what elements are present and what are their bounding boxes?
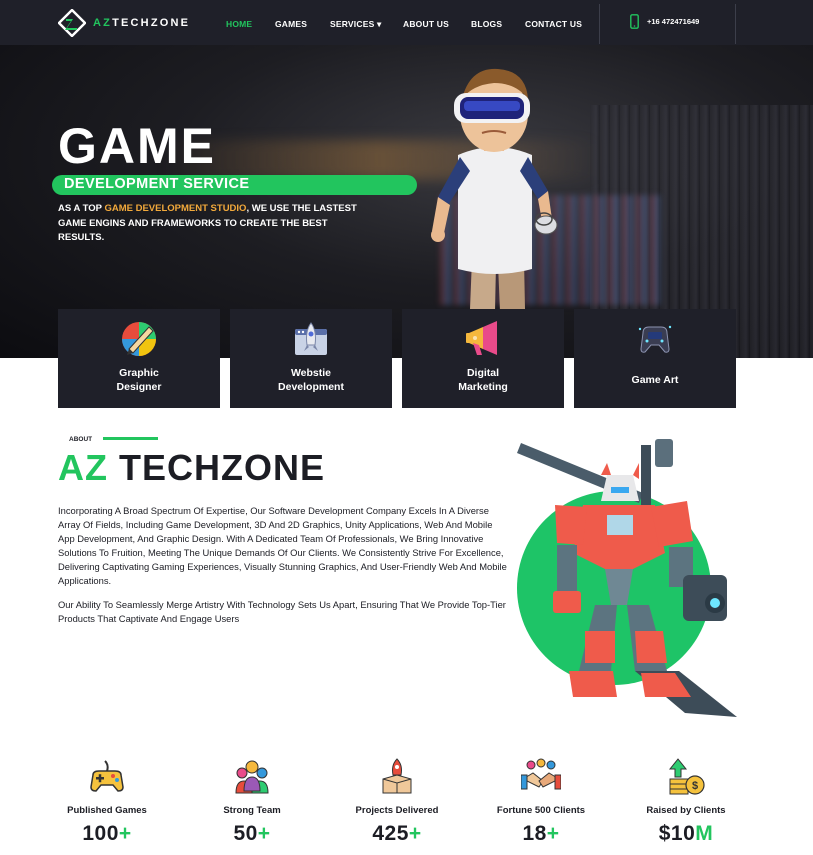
megaphone-icon	[466, 321, 497, 355]
hero-desc-highlight: GAME DEVELOPMENT STUDIO	[104, 203, 247, 214]
service-label-line: Marketing	[458, 381, 508, 393]
stat-suffix: +	[408, 822, 422, 845]
hero-description: AS A TOP GAME DEVELOPMENT STUDIO, WE USE…	[58, 202, 358, 246]
money-growth-icon: $	[668, 758, 705, 795]
nav-blogs[interactable]: BLOGS	[471, 19, 502, 29]
nav-about-us[interactable]: ABOUT US	[403, 19, 449, 29]
about-paragraph: Incorporating A Broad Spectrum Of Expert…	[58, 505, 507, 586]
stat-published-games: Published Games 100+	[32, 757, 182, 846]
nav-divider	[735, 4, 736, 44]
stat-number: $10	[658, 822, 696, 845]
stat-label: Projects Delivered	[355, 805, 439, 816]
stat-raised-by-clients: $ Raised by Clients $10M	[611, 757, 761, 846]
nft-gamepad-icon	[638, 325, 672, 353]
about-paragraph: Our Ability To Seamlessly Merge Artistry…	[58, 599, 506, 624]
nav-divider	[599, 4, 600, 44]
stat-suffix: M	[695, 822, 714, 845]
about-title: AZ TECHZONE	[58, 447, 325, 489]
stat-number: 100	[82, 822, 119, 845]
service-label: Digital Marketing	[402, 366, 564, 394]
nav-services[interactable]: SERVICES ▾	[330, 19, 381, 30]
service-label-line: Development	[278, 381, 344, 393]
stat-value: 50+	[177, 822, 327, 846]
stat-label: Strong Team	[223, 805, 281, 816]
phone-contact[interactable]: +16 472471649	[630, 14, 699, 29]
service-card-digital-marketing[interactable]: Digital Marketing	[402, 309, 564, 408]
service-card-game-art[interactable]: Game Art	[574, 309, 736, 408]
stat-label: Fortune 500 Clients	[496, 805, 586, 816]
robot-illustration	[515, 435, 750, 720]
gamepad-icon	[90, 760, 124, 792]
site-logo[interactable]: AZTECHZONE	[58, 9, 190, 37]
service-label: Webstie Development	[230, 366, 392, 394]
mobile-phone-icon	[630, 14, 639, 29]
service-label-line: Webstie	[290, 367, 332, 379]
service-label-line: Designer	[116, 381, 162, 393]
stat-strong-team: Strong Team 50+	[177, 757, 327, 846]
service-label: Game Art	[574, 373, 736, 387]
nav-home[interactable]: HOME	[226, 19, 252, 29]
color-wheel-pen-icon	[122, 322, 156, 356]
team-icon	[235, 760, 269, 794]
stat-number: 18	[522, 822, 547, 845]
browser-rocket-icon	[295, 322, 327, 355]
service-card-graphic-designer[interactable]: Graphic Designer	[58, 309, 220, 408]
phone-number: +16 472471649	[647, 17, 700, 26]
stat-suffix: +	[546, 822, 560, 845]
logo-accent: AZ	[93, 17, 113, 29]
nav-contact-us[interactable]: CONTACT US	[525, 19, 582, 29]
svg-text:$: $	[692, 780, 698, 792]
stat-value: 425+	[322, 822, 472, 846]
about-accent-line	[103, 437, 158, 440]
stat-projects-delivered: Projects Delivered 425+	[322, 757, 472, 846]
stat-number: 50	[233, 822, 258, 845]
about-title-accent: AZ	[58, 447, 108, 488]
stat-suffix: +	[257, 822, 271, 845]
hero-desc-text: AS A TOP	[58, 203, 105, 214]
stat-fortune-500-clients: Fortune 500 Clients 18+	[466, 757, 616, 846]
service-label-line: Digital	[466, 367, 500, 379]
stat-number: 425	[372, 822, 409, 845]
top-navbar: AZTECHZONE HOME GAMES SERVICES ▾ ABOUT U…	[0, 0, 813, 45]
logo-name: TECHZONE	[112, 17, 191, 29]
stat-value: 100+	[32, 822, 182, 846]
stat-label: Raised by Clients	[646, 805, 726, 816]
stat-label: Published Games	[67, 805, 147, 816]
service-label-line: Graphic	[119, 367, 159, 379]
stat-value: $10M	[611, 822, 761, 846]
logo-mark-icon	[58, 9, 86, 37]
stat-suffix: +	[118, 822, 132, 845]
stat-value: 18+	[466, 822, 616, 846]
handshake-icon	[521, 758, 561, 790]
service-label: Graphic Designer	[58, 366, 220, 394]
about-title-rest: TECHZONE	[119, 447, 326, 488]
hero-title: GAME	[58, 118, 216, 174]
service-label-line: Game Art	[631, 374, 679, 386]
service-card-website-development[interactable]: Webstie Development	[230, 309, 392, 408]
hero-subtitle: DEVELOPMENT SERVICE	[64, 176, 250, 192]
nav-games[interactable]: GAMES	[275, 19, 307, 29]
rocket-box-icon	[382, 758, 412, 794]
about-tag: ABOUT	[69, 436, 93, 443]
